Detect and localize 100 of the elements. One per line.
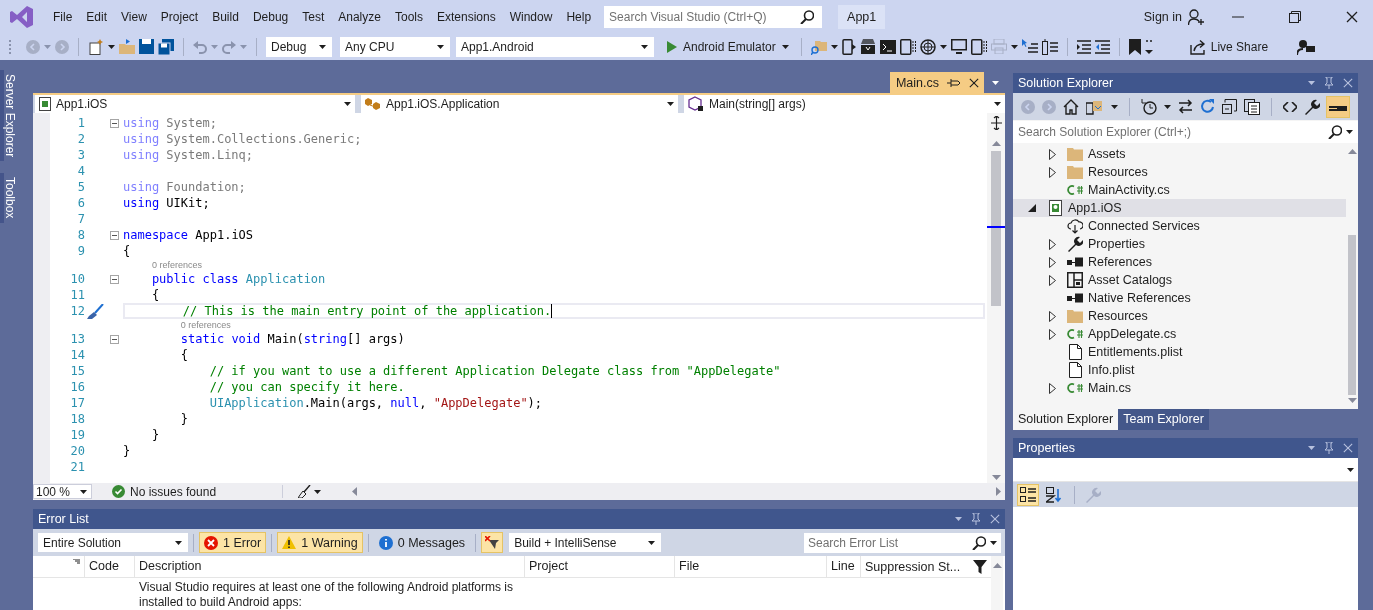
tree-item[interactable]: Resources: [1013, 163, 1346, 181]
search-field[interactable]: Search Error List: [804, 532, 1001, 553]
code-cleanup-button[interactable]: [298, 485, 321, 498]
tree-item[interactable]: Properties: [1013, 235, 1346, 253]
tree-item[interactable]: MainActivity.cs: [1013, 181, 1346, 199]
search-input[interactable]: Search Error List: [808, 535, 968, 550]
bookmark-icon[interactable]: [1128, 38, 1141, 55]
cursor-list-icon[interactable]: [1021, 39, 1038, 54]
column-header[interactable]: Code: [85, 556, 135, 577]
tree-item[interactable]: References: [1013, 253, 1346, 271]
menu-item[interactable]: File: [46, 6, 80, 27]
quick-action-icon[interactable]: [86, 303, 104, 319]
member-dropdown[interactable]: Main(string[] args): [684, 95, 1005, 113]
tablet-icon[interactable]: [970, 38, 987, 55]
source-dropdown[interactable]: Build + IntelliSense: [509, 533, 662, 552]
terminal-icon[interactable]: [879, 39, 896, 54]
message-filter-button[interactable]: 0 Messages: [373, 532, 471, 553]
scrollbar-thumb[interactable]: [1348, 235, 1356, 395]
tree-item[interactable]: App1.iOS: [1013, 199, 1346, 217]
scroll-up-icon[interactable]: [991, 141, 1001, 146]
project-dropdown[interactable]: App1.iOS: [35, 95, 355, 113]
collapse-toggle[interactable]: [109, 334, 119, 344]
scroll-up-icon[interactable]: [992, 563, 1002, 568]
column-header[interactable]: File: [675, 556, 827, 577]
expand-arrow-icon[interactable]: [1048, 382, 1056, 394]
column-header[interactable]: Description: [135, 556, 525, 577]
caret-icon[interactable]: [1010, 44, 1018, 49]
warning-filter-button[interactable]: 1 Warning: [277, 532, 363, 553]
type-dropdown[interactable]: App1.iOS.Application: [361, 95, 678, 113]
tree-item[interactable]: Assets: [1013, 145, 1346, 163]
refresh-icon[interactable]: [1200, 99, 1215, 114]
zoom-dropdown[interactable]: 100 %: [33, 484, 92, 499]
collapse-arrow-icon[interactable]: [1028, 204, 1036, 212]
collapse-toggle[interactable]: [109, 230, 119, 240]
tree-item[interactable]: Native References: [1013, 289, 1346, 307]
scrollbar-thumb[interactable]: [991, 151, 1001, 306]
expand-arrow-icon[interactable]: [1048, 328, 1056, 340]
menu-item[interactable]: Extensions: [430, 6, 503, 27]
wrench-icon[interactable]: [1304, 98, 1320, 115]
minimize-icon[interactable]: [1232, 15, 1244, 18]
tree-item[interactable]: Main.cs: [1013, 379, 1346, 397]
scroll-right-icon[interactable]: [996, 487, 1001, 496]
user-add-icon[interactable]: [1188, 8, 1204, 25]
column-header[interactable]: Line: [827, 556, 861, 577]
run-button[interactable]: Android Emulator: [664, 37, 792, 56]
globe-icon[interactable]: [919, 38, 936, 55]
caret-icon[interactable]: [1111, 104, 1118, 109]
configuration-dropdown[interactable]: Debug: [266, 36, 332, 57]
caret-icon[interactable]: [830, 44, 838, 49]
package-icon[interactable]: [859, 39, 876, 54]
codelens-link[interactable]: 0 references: [180, 320, 231, 330]
panel-list-icon[interactable]: [1041, 38, 1058, 55]
live-share-button[interactable]: Live Share: [1186, 36, 1272, 57]
pin-icon[interactable]: [947, 77, 961, 88]
history-icon[interactable]: [1141, 98, 1157, 115]
show-all-files-icon[interactable]: [1244, 98, 1260, 115]
expand-arrow-icon[interactable]: [1048, 274, 1056, 286]
device-icon[interactable]: [841, 38, 856, 55]
expand-arrow-icon[interactable]: [1048, 310, 1056, 322]
menu-item[interactable]: Tools: [387, 6, 430, 27]
column-header[interactable]: Project: [525, 556, 675, 577]
scope-dropdown[interactable]: Entire Solution: [38, 533, 188, 552]
side-tab[interactable]: Server Explorer: [0, 70, 20, 162]
scroll-down-icon[interactable]: [1347, 398, 1357, 403]
expand-arrow-icon[interactable]: [1048, 166, 1056, 178]
menu-item[interactable]: Edit: [79, 6, 115, 27]
menu-item[interactable]: Analyze: [331, 6, 388, 27]
restore-icon[interactable]: [1289, 10, 1301, 23]
error-filter-button[interactable]: 1 Error: [199, 532, 267, 553]
search-field[interactable]: Search Visual Studio (Ctrl+Q): [604, 5, 823, 28]
menu-item[interactable]: View: [114, 6, 154, 27]
panel-tab[interactable]: Team Explorer: [1118, 409, 1209, 430]
tree-item[interactable]: Entitlements.plist: [1013, 343, 1346, 361]
vertical-scrollbar[interactable]: [987, 113, 1005, 483]
categorized-view-button[interactable]: [1017, 483, 1039, 506]
tree-item[interactable]: AppDelegate.cs: [1013, 325, 1346, 343]
scroll-up-icon[interactable]: [1347, 149, 1357, 154]
caret-icon[interactable]: [108, 44, 115, 49]
menu-item[interactable]: Help: [559, 6, 599, 27]
code-icon[interactable]: [1283, 101, 1297, 112]
search-input[interactable]: Search Solution Explorer (Ctrl+;): [1018, 125, 1324, 139]
caret-icon[interactable]: [939, 44, 947, 49]
search-field[interactable]: Search Solution Explorer (Ctrl+;): [1013, 121, 1358, 143]
caret-icon[interactable]: [992, 80, 999, 85]
menu-item[interactable]: Project: [153, 6, 206, 27]
sign-in-link[interactable]: Sign in: [1143, 9, 1182, 24]
side-tab[interactable]: Toolbox: [0, 173, 20, 223]
switch-views-icon[interactable]: [1086, 98, 1104, 115]
filter-icon[interactable]: [973, 559, 987, 574]
tree-item[interactable]: Info.plist: [1013, 361, 1346, 379]
menu-item[interactable]: Test: [295, 6, 332, 27]
overflow-icon[interactable]: [1144, 38, 1153, 55]
codelens-link[interactable]: 0 references: [151, 260, 202, 270]
scroll-left-icon[interactable]: [352, 487, 357, 496]
close-icon[interactable]: [969, 77, 979, 88]
menu-item[interactable]: Window: [502, 6, 560, 27]
expand-arrow-icon[interactable]: [1048, 256, 1056, 268]
preview-toggle-button[interactable]: [1326, 95, 1350, 118]
tree-item[interactable]: Asset Catalogs: [1013, 271, 1346, 289]
panel-tab[interactable]: Solution Explorer: [1013, 409, 1119, 430]
